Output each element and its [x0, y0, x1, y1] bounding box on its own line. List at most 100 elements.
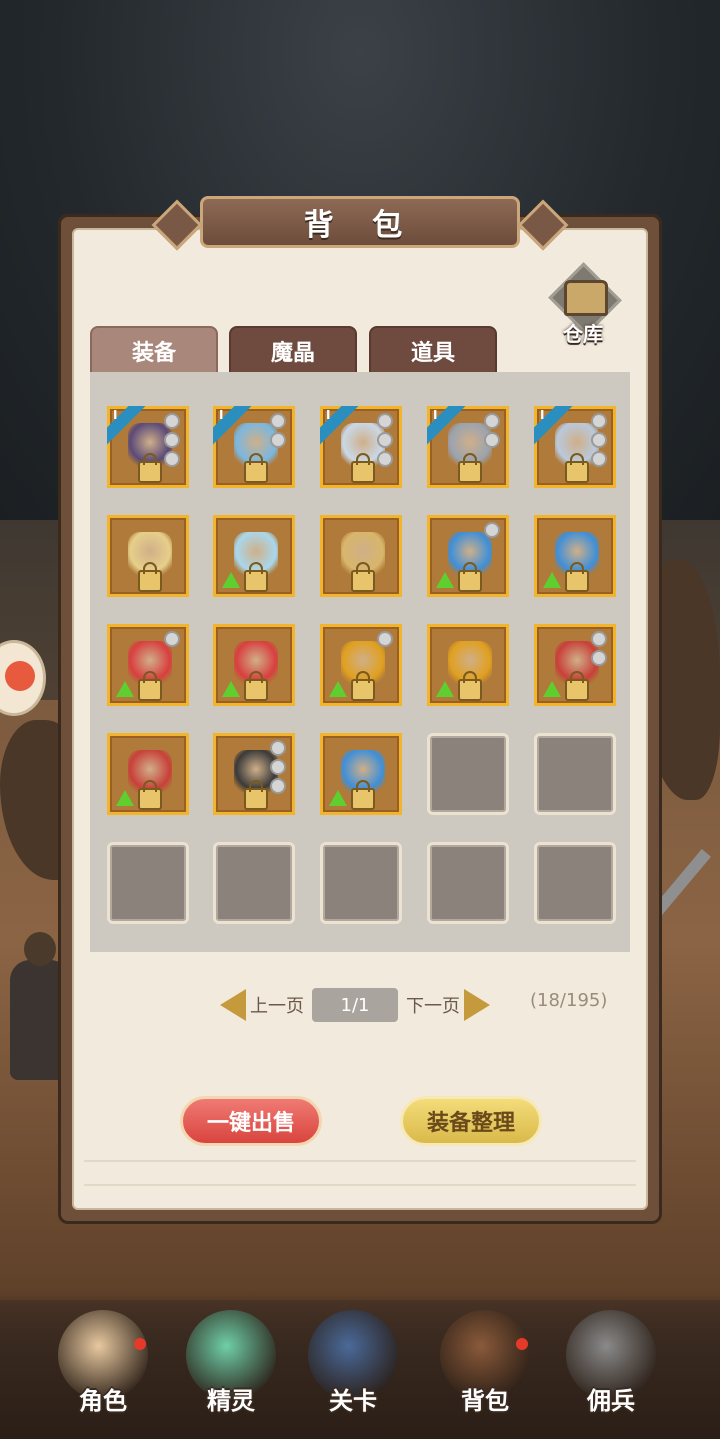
- equipment-slot[interactable]: [213, 733, 295, 815]
- tier-label: I: [540, 408, 545, 422]
- nav-item-character[interactable]: 角色: [48, 1310, 158, 1430]
- equipment-slot[interactable]: [427, 515, 509, 597]
- tier-label: I: [433, 408, 438, 422]
- equipment-slot[interactable]: I: [213, 406, 295, 488]
- nav-item-mercenary[interactable]: 佣兵: [556, 1310, 666, 1430]
- lock-icon: [351, 562, 375, 592]
- tab-items[interactable]: 道具: [369, 326, 497, 374]
- lock-icon: [565, 562, 589, 592]
- equipment-slot[interactable]: [320, 624, 402, 706]
- upgrade-arrow-icon: [436, 681, 454, 697]
- equipment-slot[interactable]: [534, 515, 616, 597]
- lock-icon: [565, 453, 589, 483]
- empty-socket-icon: [164, 413, 180, 429]
- gem-sockets: [270, 740, 288, 797]
- lock-icon: [351, 671, 375, 701]
- empty-socket-icon: [377, 631, 393, 647]
- empty-socket-icon: [591, 413, 607, 429]
- equipment-slot[interactable]: [534, 624, 616, 706]
- upgrade-arrow-icon: [116, 681, 134, 697]
- page-indicator: 1/1: [312, 988, 398, 1022]
- equipment-slot[interactable]: [107, 624, 189, 706]
- tier-label: I: [113, 408, 118, 422]
- lock-icon: [458, 562, 482, 592]
- equipment-slot[interactable]: [320, 733, 402, 815]
- notification-dot-icon: [516, 1338, 528, 1350]
- nav-label: 角色: [79, 1387, 127, 1415]
- empty-slot[interactable]: [427, 733, 509, 815]
- empty-socket-icon: [377, 432, 393, 448]
- gem-sockets: [484, 413, 502, 451]
- gem-sockets: [377, 413, 395, 470]
- gem-sockets: [591, 413, 609, 470]
- panel-title-bar: 背 包: [151, 196, 569, 251]
- upgrade-arrow-icon: [116, 790, 134, 806]
- equipment-slot[interactable]: I: [427, 406, 509, 488]
- tier-label: I: [326, 408, 331, 422]
- lock-icon: [458, 453, 482, 483]
- empty-slot[interactable]: [213, 842, 295, 924]
- tab-equipment[interactable]: 装备: [90, 326, 218, 374]
- empty-socket-icon: [270, 740, 286, 756]
- gem-sockets: [164, 631, 182, 650]
- prev-page-button[interactable]: 上一页: [250, 992, 304, 1018]
- empty-slot[interactable]: [427, 842, 509, 924]
- empty-slot[interactable]: [107, 842, 189, 924]
- lock-icon: [138, 562, 162, 592]
- treasure-chest-icon: [564, 280, 608, 316]
- lock-icon: [138, 671, 162, 701]
- gem-sockets: [591, 631, 609, 669]
- empty-slot[interactable]: [534, 842, 616, 924]
- nav-item-backpack[interactable]: 背包: [430, 1310, 540, 1430]
- empty-socket-icon: [591, 451, 607, 467]
- equipment-slot[interactable]: I: [107, 406, 189, 488]
- upgrade-arrow-icon: [329, 681, 347, 697]
- lock-icon: [244, 562, 268, 592]
- empty-socket-icon: [377, 413, 393, 429]
- prev-arrow-icon[interactable]: [220, 989, 246, 1021]
- empty-slot[interactable]: [320, 842, 402, 924]
- equipment-slot[interactable]: I: [534, 406, 616, 488]
- equipment-slot[interactable]: [213, 515, 295, 597]
- equipment-slot[interactable]: [213, 624, 295, 706]
- next-page-button[interactable]: 下一页: [406, 992, 460, 1018]
- upgrade-arrow-icon: [222, 681, 240, 697]
- nav-item-spirit[interactable]: 精灵: [176, 1310, 286, 1430]
- empty-socket-icon: [270, 413, 286, 429]
- empty-socket-icon: [591, 631, 607, 647]
- lock-icon: [351, 780, 375, 810]
- empty-socket-icon: [164, 432, 180, 448]
- quick-sell-button[interactable]: 一键出售: [180, 1096, 322, 1146]
- empty-socket-icon: [164, 451, 180, 467]
- next-arrow-icon[interactable]: [464, 989, 490, 1021]
- gem-sockets: [270, 413, 288, 451]
- empty-socket-icon: [270, 759, 286, 775]
- upgrade-arrow-icon: [543, 572, 561, 588]
- upgrade-arrow-icon: [436, 572, 454, 588]
- lock-icon: [244, 453, 268, 483]
- lock-icon: [138, 780, 162, 810]
- equipment-slot[interactable]: [107, 733, 189, 815]
- tab-magic-crystal[interactable]: 魔晶: [229, 326, 357, 374]
- nav-label: 精灵: [207, 1387, 255, 1415]
- equipment-slot[interactable]: [107, 515, 189, 597]
- warehouse-label: 仓库: [563, 322, 603, 346]
- equipment-slot[interactable]: I: [320, 406, 402, 488]
- equipment-slot[interactable]: [427, 624, 509, 706]
- lock-icon: [351, 453, 375, 483]
- empty-socket-icon: [484, 522, 500, 538]
- empty-slot[interactable]: [534, 733, 616, 815]
- upgrade-arrow-icon: [329, 790, 347, 806]
- sort-equipment-button[interactable]: 装备整理: [400, 1096, 542, 1146]
- nav-label: 佣兵: [587, 1387, 635, 1415]
- nav-item-stage[interactable]: 关卡: [298, 1310, 408, 1430]
- nav-label: 背包: [461, 1387, 509, 1415]
- warehouse-button[interactable]: 仓库: [548, 262, 622, 348]
- empty-socket-icon: [270, 778, 286, 794]
- mascot-icon: [5, 661, 35, 691]
- equipment-slot[interactable]: [320, 515, 402, 597]
- gem-sockets: [484, 522, 502, 541]
- pagination: 上一页 1/1 下一页: [220, 986, 490, 1024]
- bottom-nav: 角色 精灵 关卡 背包 佣兵: [0, 1290, 720, 1439]
- lock-icon: [244, 671, 268, 701]
